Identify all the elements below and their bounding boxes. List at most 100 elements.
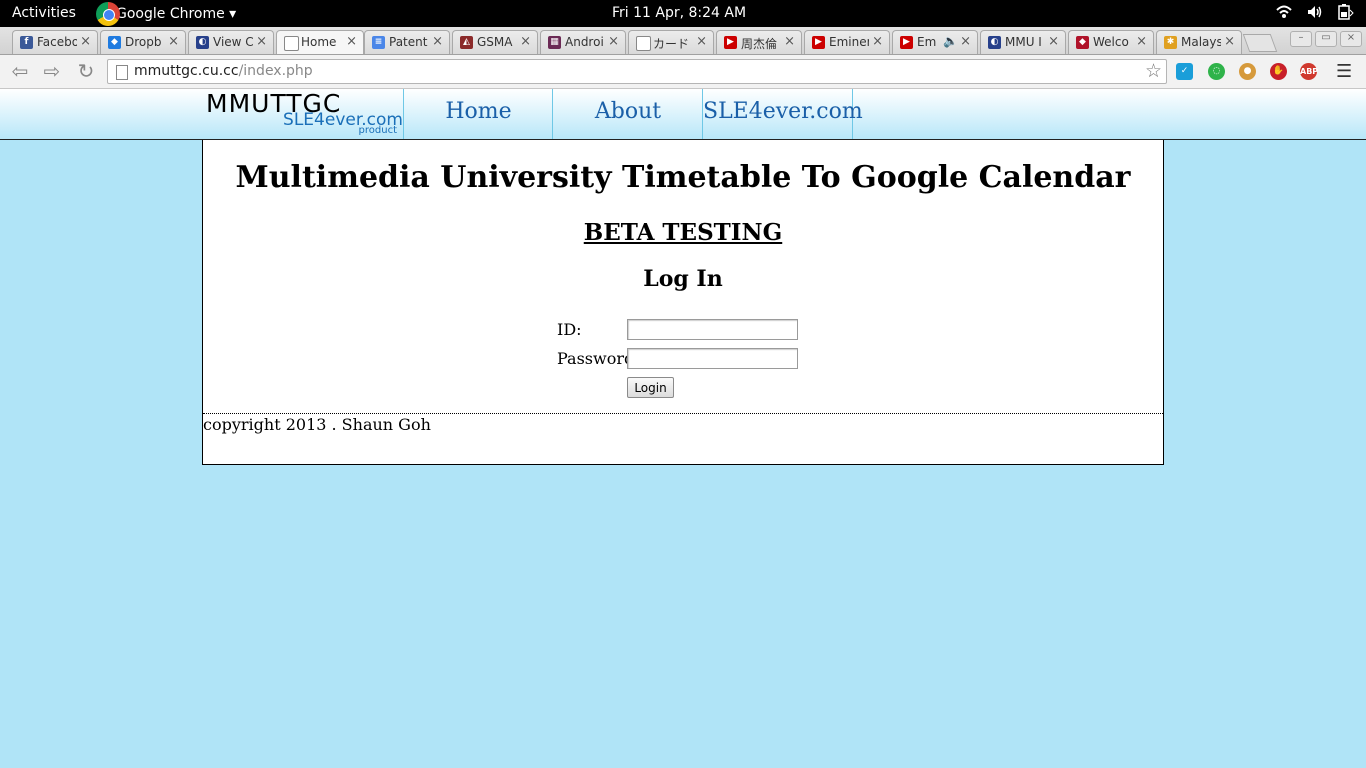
reload-button[interactable]: ↻ <box>74 59 98 83</box>
tab-title: Androi <box>565 35 604 49</box>
tab[interactable]: ◐ View C × <box>188 30 274 54</box>
page-icon <box>284 36 299 51</box>
logo-product: product <box>358 125 397 136</box>
close-icon[interactable]: × <box>784 34 795 49</box>
login-heading: Log In <box>643 266 723 292</box>
minimize-button[interactable]: – <box>1290 31 1312 47</box>
url-host: mmuttgc.cu.cc <box>134 63 239 79</box>
tab-title: 周杰倫 <box>741 37 778 51</box>
tab[interactable]: カード × <box>628 30 714 54</box>
nav-sle4ever-link[interactable]: SLE4ever.com <box>702 89 863 139</box>
youtube-icon: ▶ <box>900 36 913 49</box>
nav-home-link[interactable]: Home <box>403 89 553 139</box>
id-label: ID: <box>557 320 582 339</box>
close-icon[interactable]: × <box>80 34 91 49</box>
tab-title: GSMA <box>477 35 513 49</box>
close-icon[interactable]: × <box>1224 34 1235 49</box>
wifi-icon[interactable] <box>1276 4 1292 24</box>
clock[interactable]: Fri 11 Apr, 8:24 AM <box>612 5 746 21</box>
tab-title: Home <box>301 35 337 49</box>
docs-icon: ≡ <box>372 36 385 49</box>
close-icon[interactable]: × <box>346 34 357 49</box>
pinwheel-icon: ✱ <box>1164 36 1177 49</box>
close-icon[interactable]: × <box>520 34 531 49</box>
maximize-button[interactable]: ▭ <box>1315 31 1337 47</box>
android-icon: ▦ <box>548 36 561 49</box>
youtube-icon: ▶ <box>812 36 825 49</box>
app-menu[interactable]: Google Chrome ▾ <box>96 0 236 27</box>
tab-title: Welco <box>1093 35 1129 49</box>
adblock-icon[interactable]: ABP <box>1300 63 1318 80</box>
tab-title: Em <box>917 35 937 49</box>
mmu-icon: ◐ <box>196 36 209 49</box>
page-info-icon[interactable] <box>116 65 128 80</box>
tab[interactable]: ≡ Patent × <box>364 30 450 54</box>
tab[interactable]: ▶ Eminem × <box>804 30 890 54</box>
extension-icon[interactable]: ◌ <box>1208 63 1225 80</box>
close-icon[interactable]: × <box>256 34 267 49</box>
dropbox-icon: ◆ <box>108 36 121 49</box>
facebook-icon: f <box>20 36 33 49</box>
extension-icon[interactable]: ✓ <box>1176 63 1193 80</box>
window-close-button[interactable]: × <box>1340 31 1362 47</box>
beta-banner: BETA TESTING <box>583 219 783 246</box>
copyright-text: copyright 2013 . Shaun Goh <box>203 415 431 434</box>
system-tray[interactable] <box>1276 4 1354 24</box>
back-button[interactable]: ⇦ <box>8 59 32 83</box>
tab-strip: f Facebo × ◆ Dropb × ◐ View C × Home × ≡… <box>0 27 1366 55</box>
tab[interactable]: ◭ GSMA × <box>452 30 538 54</box>
tab-title: Malays <box>1181 35 1221 49</box>
mmu-icon: ◐ <box>988 36 1001 49</box>
audio-playing-icon: 🔈 <box>943 34 958 48</box>
chrome-icon <box>96 1 120 26</box>
close-icon[interactable]: × <box>608 34 619 49</box>
tab[interactable]: ▶ 周杰倫 × <box>716 30 802 54</box>
site-nav-bar: MMUTTGC SLE4ever.com product Home About … <box>0 89 1366 140</box>
tab-title: Patent <box>389 35 428 49</box>
close-icon[interactable]: × <box>696 34 707 49</box>
tab-title: Eminem <box>829 35 869 49</box>
tab[interactable]: ◐ MMU I × <box>980 30 1066 54</box>
close-icon[interactable]: × <box>872 34 883 49</box>
nav-about-link[interactable]: About <box>552 89 703 139</box>
close-icon[interactable]: × <box>960 34 971 49</box>
new-tab-button[interactable] <box>1242 34 1278 52</box>
tab[interactable]: ◆ Welco × <box>1068 30 1154 54</box>
tab-home[interactable]: Home × <box>276 30 364 54</box>
close-icon[interactable]: × <box>1136 34 1147 49</box>
close-icon[interactable]: × <box>1048 34 1059 49</box>
url-text: mmuttgc.cu.cc/index.php <box>134 63 313 79</box>
tab-title: MMU I <box>1005 35 1042 49</box>
login-button[interactable]: Login <box>627 377 674 398</box>
browser-toolbar: ⇦ ⇨ ↻ mmuttgc.cu.cc/index.php ☆ ✓ ◌ ● ✋ … <box>0 55 1366 89</box>
youtube-icon: ▶ <box>724 36 737 49</box>
cookie-icon[interactable]: ● <box>1239 63 1256 80</box>
id-input[interactable] <box>627 319 798 340</box>
main-content: Multimedia University Timetable To Googl… <box>202 140 1164 465</box>
password-input[interactable] <box>627 348 798 369</box>
bookmark-star-icon[interactable]: ☆ <box>1145 60 1162 82</box>
tab-title: Facebo <box>37 35 77 49</box>
battery-icon[interactable] <box>1336 4 1354 24</box>
footer: copyright 2013 . Shaun Goh <box>203 413 1163 464</box>
tab[interactable]: ▦ Androi × <box>540 30 626 54</box>
stop-icon[interactable]: ✋ <box>1270 63 1287 80</box>
close-icon[interactable]: × <box>432 34 443 49</box>
close-icon[interactable]: × <box>168 34 179 49</box>
app-menu-label: Google Chrome ▾ <box>116 5 237 22</box>
volume-icon[interactable] <box>1306 4 1322 24</box>
menu-icon[interactable]: ☰ <box>1336 61 1352 82</box>
system-top-bar: Activities Google Chrome ▾ Fri 11 Apr, 8… <box>0 0 1366 27</box>
activities-button[interactable]: Activities <box>12 5 76 21</box>
url-path: /index.php <box>238 63 313 79</box>
forward-button[interactable]: ⇨ <box>40 59 64 83</box>
site-logo[interactable]: MMUTTGC SLE4ever.com product <box>206 89 403 139</box>
welcome-icon: ◆ <box>1076 36 1089 49</box>
tab[interactable]: ▶ Em 🔈 × <box>892 30 978 54</box>
tab-title: View C <box>213 35 253 49</box>
address-bar[interactable]: mmuttgc.cu.cc/index.php ☆ <box>107 59 1167 84</box>
tab[interactable]: ◆ Dropb × <box>100 30 186 54</box>
tab[interactable]: f Facebo × <box>12 30 98 54</box>
page-icon <box>636 36 651 51</box>
tab[interactable]: ✱ Malays × <box>1156 30 1242 54</box>
